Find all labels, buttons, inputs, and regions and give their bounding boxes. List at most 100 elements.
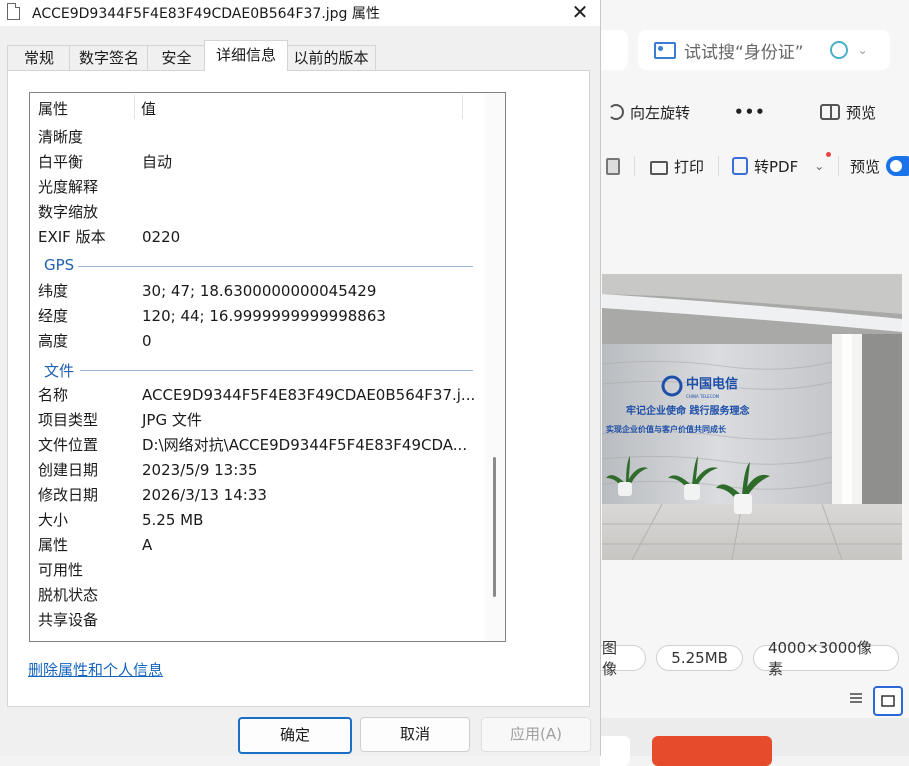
- cancel-button[interactable]: 取消: [360, 717, 470, 752]
- photo-image: 中国电信 CHINA TELECOM 牢记企业使命 践行服务理念 实现企业价值与…: [602, 274, 902, 560]
- list-scrollbar-thumb[interactable]: [493, 457, 496, 597]
- close-icon: ✕: [571, 0, 589, 24]
- close-button[interactable]: ✕: [566, 0, 594, 26]
- dialog-titlebar[interactable]: ACCE9D9344F5F4E83F49CDAE0B564F37.jpg 属性 …: [0, 0, 600, 26]
- background-secondary-button[interactable]: [600, 736, 630, 766]
- sign-line2-text: 实现企业价值与客户价值共同成长: [606, 424, 727, 434]
- background-search-text: 试试搜“身份证”: [684, 42, 804, 63]
- list-row[interactable]: 可用性: [30, 558, 485, 583]
- list-row[interactable]: 数字缩放: [30, 200, 485, 225]
- sign-brand-en-text: CHINA TELECOM: [686, 394, 720, 399]
- list-row[interactable]: 名称 ACCE9D9344F5F4E83F49CDAE0B564F37.j...: [30, 383, 485, 408]
- preview-toggle-text: 预览: [850, 157, 881, 176]
- large-view-button[interactable]: [873, 686, 903, 716]
- list-view-icon: [850, 693, 862, 703]
- rotate-left-button[interactable]: 向左旋转: [608, 100, 690, 124]
- list-row[interactable]: 经度 120; 44; 16.9999999999998863: [30, 304, 485, 329]
- property-name: 项目类型: [38, 411, 99, 429]
- pdf-icon: [732, 157, 748, 175]
- column-divider[interactable]: [462, 95, 463, 119]
- tab-general[interactable]: 常规: [7, 45, 71, 70]
- preview-toggle-switch[interactable]: [886, 156, 909, 176]
- convert-pdf-label: 转PDF: [754, 157, 799, 176]
- property-name: 数字缩放: [38, 203, 99, 221]
- toolbar-divider: [838, 156, 839, 176]
- list-row[interactable]: 脱机状态: [30, 583, 485, 608]
- tab-previous-versions[interactable]: 以前的版本: [286, 45, 376, 70]
- properties-list[interactable]: 属性 值 清晰度 白平衡 自动 光度解释 数字缩放 EXIF 版本 0220 GPS…: [29, 92, 506, 642]
- column-header-value[interactable]: 值: [141, 98, 156, 119]
- document-button[interactable]: [606, 154, 626, 178]
- property-value: 0220: [142, 228, 181, 246]
- property-name: 高度: [38, 332, 69, 350]
- chevron-down-icon[interactable]: ⌄: [858, 43, 868, 57]
- list-row[interactable]: 创建日期 2023/5/9 13:35: [30, 458, 485, 483]
- apply-button[interactable]: 应用(A): [481, 717, 591, 752]
- list-row[interactable]: 白平衡 自动: [30, 150, 485, 175]
- list-row[interactable]: 修改日期 2026/3/13 14:33: [30, 483, 485, 508]
- group-header-file[interactable]: 文件: [30, 357, 485, 382]
- property-value: ACCE9D9344F5F4E83F49CDAE0B564F37.j...: [142, 386, 476, 404]
- tab-security[interactable]: 安全: [147, 45, 206, 70]
- background-primary-button[interactable]: [652, 736, 772, 766]
- toolbar-divider: [718, 156, 719, 176]
- property-value: D:\网络对抗\ACCE9D9344F5F4E83F49CDA...: [142, 436, 468, 454]
- list-row[interactable]: 清晰度: [30, 125, 485, 150]
- chevron-down-icon[interactable]: ⌄: [814, 159, 824, 173]
- property-name: 清晰度: [38, 128, 84, 146]
- remove-properties-link[interactable]: 删除属性和个人信息: [28, 659, 163, 680]
- property-name: 文件位置: [38, 436, 99, 454]
- tab-label: 以前的版本: [293, 49, 369, 67]
- notification-dot: [826, 152, 831, 157]
- tab-label: 常规: [23, 49, 54, 67]
- tab-label: 数字签名: [78, 49, 139, 67]
- property-name: 光度解释: [38, 178, 99, 196]
- property-name: 可用性: [38, 561, 84, 579]
- tab-details[interactable]: 详细信息: [204, 40, 288, 71]
- property-value: 120; 44; 16.9999999999998863: [142, 307, 386, 325]
- column-header-property[interactable]: 属性: [38, 98, 68, 119]
- property-value: 2026/3/13 14:33: [142, 486, 267, 504]
- column-divider[interactable]: [134, 95, 135, 119]
- property-name: 白平衡: [38, 153, 84, 171]
- preview-pane-icon: [820, 104, 840, 120]
- document-icon: [606, 157, 620, 175]
- print-button[interactable]: 打印: [650, 154, 704, 178]
- more-icon: •••: [734, 103, 766, 121]
- property-value: 0: [142, 332, 152, 350]
- property-value: 自动: [142, 153, 173, 171]
- tab-digital-signature[interactable]: 数字签名: [69, 45, 149, 70]
- group-header-gps[interactable]: GPS: [30, 253, 485, 278]
- list-row[interactable]: 高度 0: [30, 329, 485, 354]
- print-label: 打印: [674, 157, 705, 176]
- list-row[interactable]: EXIF 版本 0220: [30, 225, 485, 250]
- list-row[interactable]: 项目类型 JPG 文件: [30, 408, 485, 433]
- image-dimensions-chip: 4000×3000像素: [752, 639, 899, 678]
- preview-button[interactable]: 预览: [820, 100, 876, 124]
- list-row[interactable]: 属性 A: [30, 533, 485, 558]
- list-row[interactable]: 光度解释: [30, 175, 485, 200]
- background-app-window: 试试搜“身份证” ⌄ 向左旋转 ••• 预览 打印 转PDF ⌄ 预览 中国电信…: [600, 0, 909, 766]
- more-button[interactable]: •••: [734, 100, 766, 124]
- ok-button[interactable]: 确定: [238, 717, 352, 754]
- list-row[interactable]: 文件位置 D:\网络对抗\ACCE9D9344F5F4E83F49CDA...: [30, 433, 485, 458]
- list-row[interactable]: 纬度 30; 47; 18.6300000000045429: [30, 279, 485, 304]
- background-search-box[interactable]: 试试搜“身份证” ⌄: [638, 30, 890, 70]
- convert-pdf-button[interactable]: 转PDF ⌄: [732, 154, 824, 178]
- list-row[interactable]: 大小 5.25 MB: [30, 508, 485, 533]
- ai-assistant-icon[interactable]: [829, 41, 848, 59]
- list-view-button[interactable]: [844, 686, 868, 710]
- tab-label: 详细信息: [215, 46, 276, 64]
- image-type-text: 图像: [602, 639, 618, 678]
- property-name: 修改日期: [38, 486, 99, 504]
- details-panel: 属性 值 清晰度 白平衡 自动 光度解释 数字缩放 EXIF 版本 0220 GPS…: [7, 70, 590, 707]
- property-name: 脱机状态: [38, 586, 99, 604]
- group-label: GPS: [44, 256, 75, 274]
- property-name: EXIF 版本: [38, 228, 106, 246]
- properties-dialog: ACCE9D9344F5F4E83F49CDAE0B564F37.jpg 属性 …: [0, 0, 601, 756]
- property-value: 5.25 MB: [142, 511, 204, 529]
- large-view-icon: [881, 695, 895, 707]
- photo-preview: 中国电信 CHINA TELECOM 牢记企业使命 践行服务理念 实现企业价值与…: [602, 274, 902, 560]
- list-row[interactable]: 共享设备: [30, 608, 485, 633]
- property-name: 创建日期: [38, 461, 99, 479]
